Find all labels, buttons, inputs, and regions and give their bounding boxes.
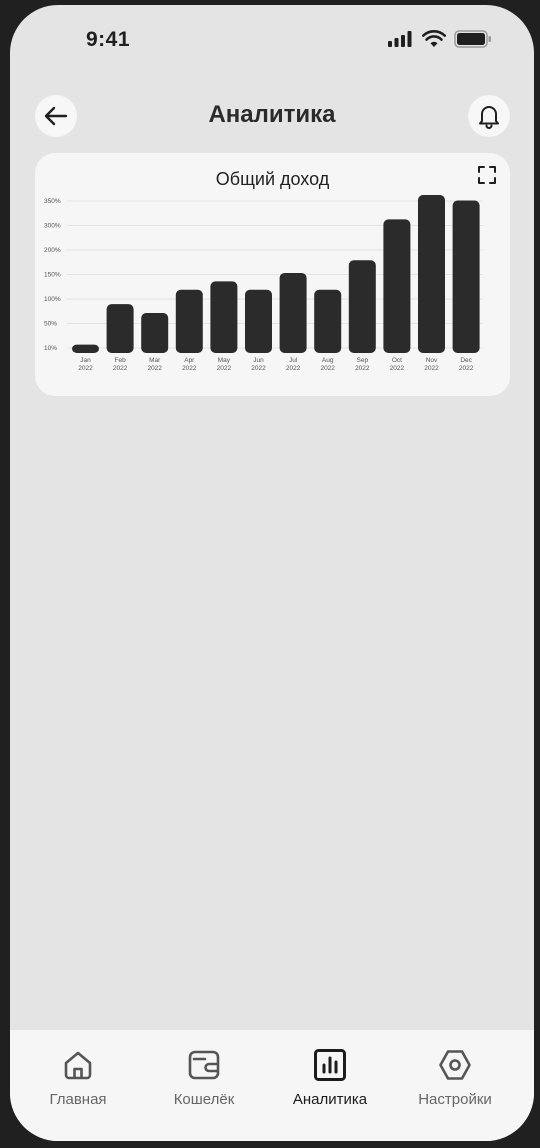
x-tick-year-label: 2022 [320, 365, 335, 372]
chart-bar [348, 260, 376, 353]
chart-bar [210, 281, 238, 353]
x-tick-year-label: 2022 [459, 365, 474, 372]
home-icon [64, 1051, 92, 1080]
x-tick-label: Mar [149, 357, 161, 364]
tab-bar: Главная Кошелёк Аналитика Настройки [10, 1030, 534, 1141]
x-tick-year-label: 2022 [286, 365, 301, 372]
tab-wallet-label: Кошелёк [173, 1091, 235, 1108]
notifications-button[interactable] [468, 95, 510, 137]
settings-icon [439, 1050, 471, 1080]
x-tick-year-label: 2022 [424, 365, 439, 372]
x-tick-label: Sep [357, 357, 369, 364]
chart-bar [418, 195, 445, 353]
x-tick-year-label: 2022 [147, 365, 162, 372]
x-tick-label: Aug [322, 357, 334, 364]
page-title: Аналитика [208, 101, 336, 128]
y-tick-label: 300% [44, 223, 61, 230]
x-tick-year-label: 2022 [113, 365, 128, 372]
phone-screen: 9:41 Аналитика Общий доход 350% 300% 200… [10, 5, 534, 1141]
y-tick-label: 350% [44, 198, 61, 205]
chart-bar [106, 304, 134, 353]
x-tick-year-label: 2022 [217, 365, 232, 372]
header: Аналитика [10, 91, 534, 139]
chart-bar [314, 289, 342, 353]
battery-icon [454, 30, 491, 48]
chart-bar [72, 344, 99, 353]
y-tick-label: 200% [44, 247, 61, 254]
x-tick-label: Jul [289, 357, 298, 364]
status-time: 9:41 [86, 28, 131, 51]
x-tick-year-label: 2022 [182, 365, 197, 372]
signal-icon [388, 31, 412, 47]
x-tick-label: Feb [114, 357, 126, 364]
y-tick-label: 150% [44, 272, 61, 279]
revenue-chart-card: Общий доход 350% 300% 200% 150% 100% 50% 10% Ja… [35, 153, 510, 396]
x-tick-label: Oct [392, 357, 402, 364]
x-tick-year-label: 2022 [355, 365, 370, 372]
chart-bar [452, 200, 480, 353]
x-tick-label: Jan [80, 357, 91, 364]
tab-settings[interactable]: Настройки [395, 1048, 515, 1108]
x-tick-label: Nov [426, 357, 438, 364]
y-tick-label: 50% [44, 321, 57, 328]
bell-icon [479, 106, 499, 129]
analytics-icon [314, 1049, 346, 1081]
chart-bar [175, 289, 203, 353]
y-tick-label: 100% [44, 296, 61, 303]
wallet-icon [188, 1050, 220, 1080]
chart-bar [383, 219, 411, 353]
x-tick-label: Apr [184, 357, 195, 364]
y-tick-label: 10% [44, 345, 57, 352]
x-tick-label: Jun [253, 357, 264, 364]
status-icons [388, 30, 492, 48]
wifi-icon [422, 30, 446, 47]
x-tick-year-label: 2022 [251, 365, 266, 372]
chart-bar [245, 289, 272, 353]
tab-home[interactable]: Главная [18, 1048, 138, 1108]
x-tick-year-label: 2022 [78, 365, 93, 372]
tab-analytics-label: Аналитика [292, 1091, 368, 1108]
tab-analytics[interactable]: Аналитика [270, 1048, 390, 1108]
x-tick-label: Dec [460, 357, 472, 364]
chart-bar [279, 272, 307, 353]
status-bar: 9:41 [10, 5, 534, 77]
revenue-bar-chart: 350%300%200%150%100%50%10%Jan2022Feb2022… [44, 195, 483, 372]
chart-bar [141, 312, 169, 353]
x-tick-year-label: 2022 [390, 365, 405, 372]
tab-settings-label: Настройки [418, 1091, 492, 1108]
tab-home-label: Главная [49, 1091, 107, 1108]
tab-wallet[interactable]: Кошелёк [144, 1048, 264, 1108]
x-tick-label: May [218, 357, 231, 364]
